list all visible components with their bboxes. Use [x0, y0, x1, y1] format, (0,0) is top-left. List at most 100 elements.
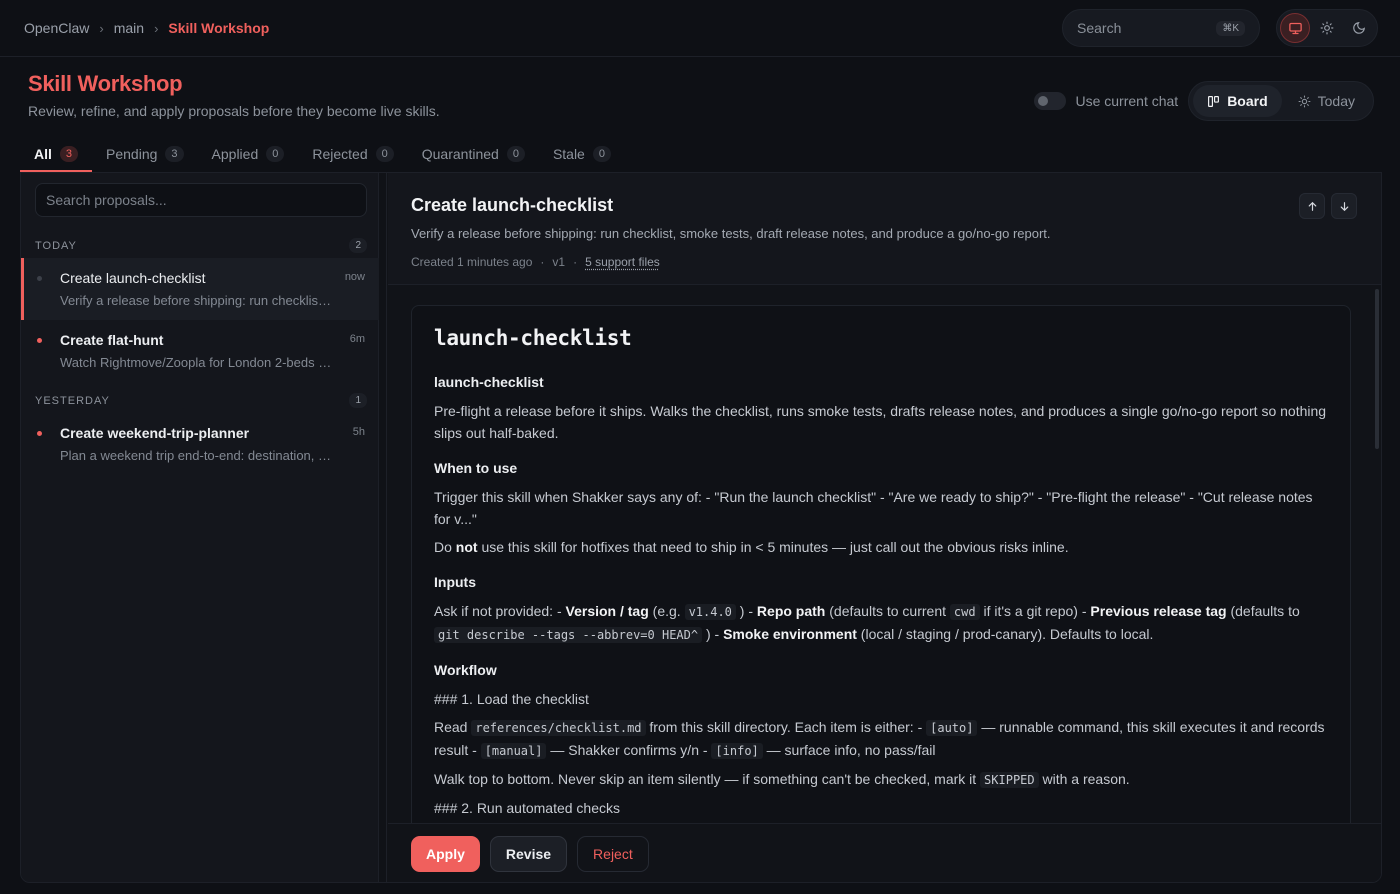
theme-light-button[interactable]: [1312, 13, 1342, 43]
list-item-desc: Verify a release before shipping: run ch…: [60, 293, 332, 308]
group-header-yesterday: Yesterday 1: [35, 393, 367, 408]
page-subtitle: Review, refine, and apply proposals befo…: [28, 103, 440, 119]
toggle-knob: [1038, 96, 1049, 106]
list-item[interactable]: Create flat-hunt Watch Rightmove/Zoopla …: [21, 320, 379, 382]
theme-system-button[interactable]: [1280, 13, 1310, 43]
next-proposal-button[interactable]: [1331, 193, 1357, 219]
theme-dark-button[interactable]: [1344, 13, 1374, 43]
monitor-icon: [1288, 22, 1302, 34]
apply-button[interactable]: Apply: [411, 836, 480, 872]
view-switcher: Board Today: [1188, 81, 1374, 121]
status-dot: [37, 431, 42, 436]
tab-count: 0: [375, 146, 394, 162]
breadcrumb-main[interactable]: main: [114, 20, 144, 36]
view-board-button[interactable]: Board: [1193, 85, 1282, 117]
list-item-desc: Plan a weekend trip end-to-end: destinat…: [60, 448, 332, 463]
breadcrumb-separator: ›: [99, 20, 104, 36]
doc-section-name: launch-checklist Pre-flight a release be…: [434, 374, 1328, 444]
section-text: ### 2. Run automated checks: [434, 800, 621, 816]
list-item[interactable]: Create weekend-trip-planner Plan a weeke…: [21, 413, 379, 475]
detail-meta: Created 1 minutes ago · v1 · 5 support f…: [411, 255, 660, 269]
breadcrumb: OpenClaw › main › Skill Workshop: [24, 20, 269, 36]
group-label: Today: [35, 239, 77, 252]
section-text: Walk top to bottom. Never skip an item s…: [434, 771, 1130, 788]
tab-quarantined[interactable]: Quarantined 0: [408, 136, 539, 172]
list-item-title: Create flat-hunt: [60, 332, 164, 348]
scrollbar-thumb[interactable]: [1375, 289, 1379, 449]
doc-section-workflow: Workflow ### 1. Load the checklist Read …: [434, 662, 1328, 819]
reject-button[interactable]: Reject: [577, 836, 649, 872]
tab-applied[interactable]: Applied 0: [198, 136, 299, 172]
section-heading: Inputs: [434, 574, 476, 590]
section-heading: Workflow: [434, 662, 497, 678]
tab-label: Quarantined: [421, 146, 499, 162]
created-time: Created 1 minutes ago: [411, 255, 533, 269]
tab-rejected[interactable]: Rejected 0: [298, 136, 407, 172]
meta-dot: ·: [573, 255, 578, 269]
proposal-search-input[interactable]: Search proposals...: [35, 183, 367, 217]
search-shortcut: ⌘K: [1216, 20, 1245, 36]
search-placeholder: Search: [1077, 20, 1122, 36]
version-label: v1: [552, 255, 566, 269]
tab-pending[interactable]: Pending 3: [92, 136, 198, 172]
header-controls: Use current chat Board Today: [1034, 81, 1374, 121]
section-text: ### 1. Load the checklist: [434, 691, 589, 707]
detail-description: Verify a release before shipping: run ch…: [411, 226, 1051, 241]
view-today-label: Today: [1317, 93, 1355, 109]
use-current-chat-toggle[interactable]: [1034, 92, 1067, 110]
proposal-list: Search proposals... Today 2 Create launc…: [21, 173, 379, 882]
list-item[interactable]: Create launch-checklist Verify a release…: [21, 258, 379, 320]
list-item-title: Create launch-checklist: [60, 270, 206, 286]
sun-icon: [1298, 95, 1311, 107]
tab-count: 0: [506, 146, 525, 162]
toggle-label: Use current chat: [1075, 93, 1179, 109]
list-item-time: 5h: [352, 426, 365, 438]
breadcrumb-openclaw[interactable]: OpenClaw: [24, 20, 89, 36]
list-item-time: now: [344, 271, 365, 283]
sun-icon: [1320, 21, 1334, 35]
use-current-chat-control: Use current chat: [1034, 92, 1178, 110]
status-tabs: All 3 Pending 3 Applied 0 Rejected 0 Quarant…: [20, 136, 625, 172]
proposal-detail: Create launch-checklist Verify a release…: [388, 173, 1381, 882]
breadcrumb-current: Skill Workshop: [168, 20, 270, 36]
status-dot: [37, 338, 42, 343]
section-text: Ask if not provided: - Version / tag (e.…: [434, 603, 1300, 643]
section-heading: launch-checklist: [434, 374, 544, 390]
pane-resize-handle[interactable]: [379, 173, 387, 882]
tab-count: 0: [266, 146, 285, 162]
section-text: Read references/checklist.md from this s…: [434, 719, 1325, 759]
list-item-title: Create weekend-trip-planner: [60, 425, 250, 441]
support-files-link[interactable]: 5 support files: [585, 255, 660, 269]
tab-count: 0: [592, 146, 611, 162]
skill-document-scroll[interactable]: launch-checklist launch-checklist Pre-fl…: [388, 285, 1381, 823]
board-icon: [1208, 95, 1220, 107]
tab-count: 3: [59, 146, 79, 162]
detail-title: Create launch-checklist: [411, 195, 614, 215]
tab-label: Pending: [106, 146, 158, 162]
moon-icon: [1353, 22, 1365, 34]
proposal-search-placeholder: Search proposals...: [46, 192, 167, 208]
tab-label: Rejected: [312, 146, 368, 162]
revise-button[interactable]: Revise: [489, 836, 568, 872]
meta-dot: ·: [540, 255, 545, 269]
group-header-today: Today 2: [35, 238, 367, 253]
group-count: 1: [349, 393, 367, 408]
detail-header: Create launch-checklist Verify a release…: [388, 173, 1381, 285]
arrow-down-icon: [1340, 201, 1348, 211]
group-label: Yesterday: [35, 394, 110, 407]
view-today-button[interactable]: Today: [1284, 85, 1369, 117]
list-item-time: 6m: [349, 333, 365, 345]
tab-stale[interactable]: Stale 0: [539, 136, 625, 172]
proposal-nav: [1299, 193, 1357, 219]
section-text: Pre-flight a release before it ships. Wa…: [434, 403, 1327, 441]
tab-all[interactable]: All 3: [20, 136, 93, 172]
arrow-up-icon: [1308, 201, 1316, 211]
global-search[interactable]: Search ⌘K: [1062, 9, 1260, 47]
doc-title: launch-checklist: [434, 326, 632, 350]
tab-label: Applied: [211, 146, 259, 162]
status-dot: [37, 276, 42, 281]
top-bar: OpenClaw › main › Skill Workshop Search …: [0, 0, 1400, 57]
previous-proposal-button[interactable]: [1299, 193, 1325, 219]
section-text: Do not use this skill for hotfixes that …: [434, 539, 1069, 555]
tab-label: Stale: [552, 146, 585, 162]
